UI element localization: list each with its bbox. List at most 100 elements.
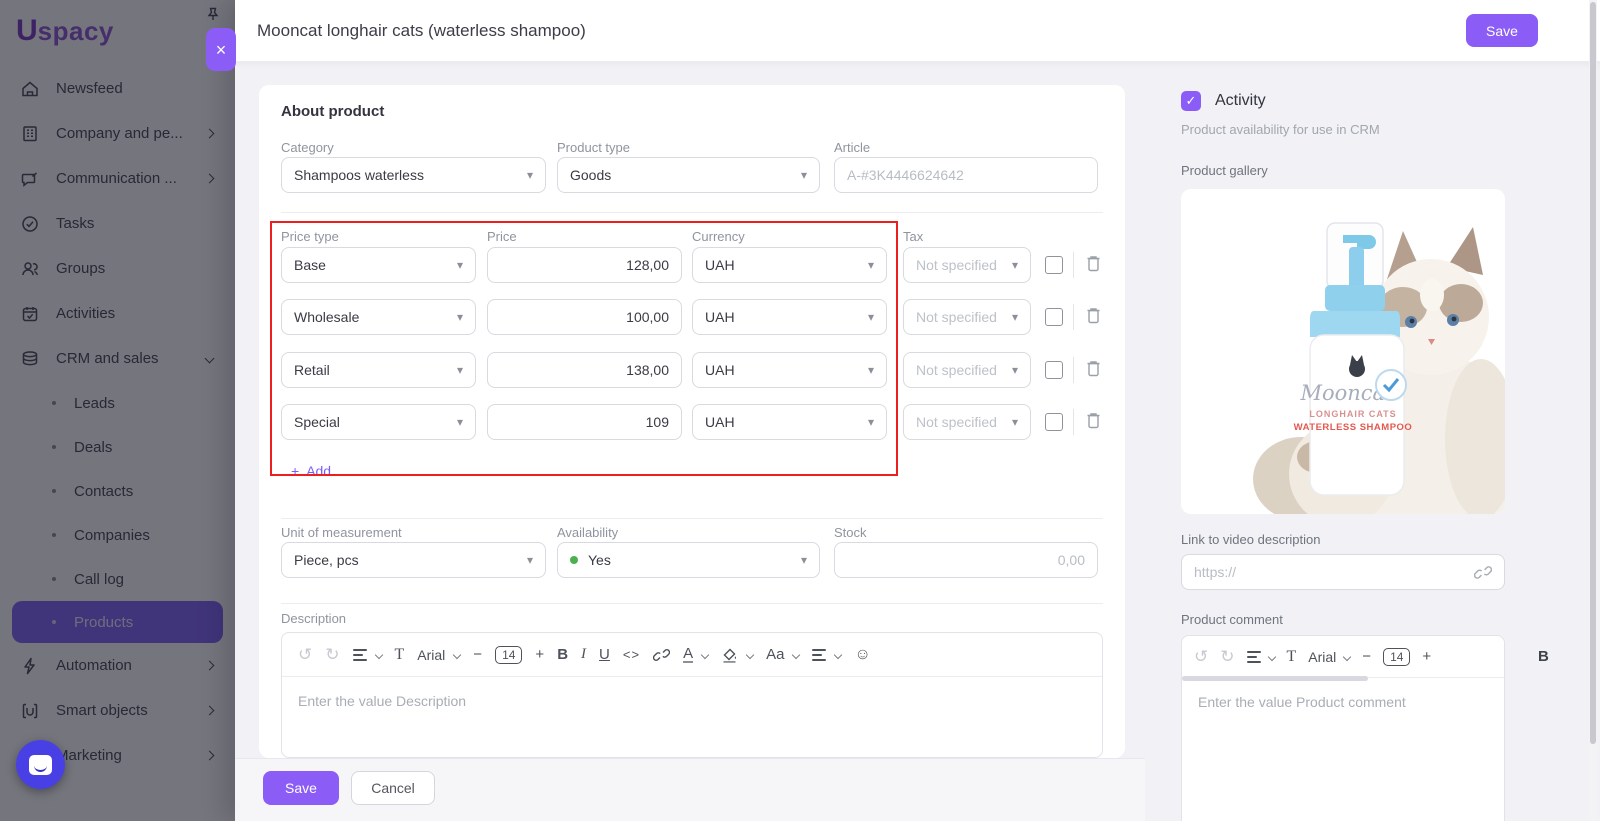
comment-input[interactable]: Enter the value Product comment (1182, 678, 1504, 726)
plus-icon: + (291, 463, 299, 479)
page-title: Mooncat longhair cats (waterless shampoo… (257, 21, 586, 41)
unit-select[interactable]: Piece, pcs▾ (281, 542, 546, 578)
trash-icon[interactable] (1085, 306, 1102, 325)
divider (1073, 304, 1074, 330)
gallery-label: Product gallery (1181, 163, 1268, 178)
product-type-select[interactable]: Goods▾ (557, 157, 820, 193)
text-style-icon[interactable]: T (395, 646, 405, 664)
article-input[interactable] (847, 167, 1085, 183)
video-link-field[interactable] (1181, 554, 1505, 590)
price-field[interactable] (487, 299, 682, 335)
close-button[interactable]: × (206, 28, 236, 71)
align-icon[interactable] (812, 649, 826, 661)
text-color-button[interactable]: A (683, 647, 693, 663)
text-style-icon[interactable]: T (1287, 648, 1297, 666)
divider (281, 518, 1103, 519)
tax-select[interactable]: Not specified▾ (903, 404, 1031, 440)
product-gallery-image[interactable]: Mooncat LONGHAIR CATS WATERLESS SHAMPOO (1181, 189, 1505, 514)
dropdown-arrow-icon: ▾ (868, 363, 874, 377)
currency-select[interactable]: UAH▾ (692, 299, 887, 335)
link-icon (1474, 565, 1492, 580)
align-icon[interactable] (1247, 651, 1261, 663)
price-type-select[interactable]: Retail▾ (281, 352, 476, 388)
price-type-select[interactable]: Special▾ (281, 404, 476, 440)
font-select[interactable]: Arial (417, 647, 445, 663)
caret-down-icon (792, 650, 800, 658)
emoji-icon[interactable]: ☺ (854, 646, 870, 664)
video-link-input[interactable] (1194, 564, 1474, 580)
dropdown-arrow-icon: ▾ (457, 363, 463, 377)
price-input[interactable] (500, 362, 669, 378)
bold-button[interactable]: B (557, 646, 568, 663)
stock-field[interactable] (834, 542, 1098, 578)
price-input[interactable] (500, 257, 669, 273)
font-smaller-button[interactable]: − (473, 646, 482, 663)
scrollbar-thumb[interactable] (1590, 2, 1596, 744)
align-icon[interactable] (353, 649, 367, 661)
stock-input[interactable] (847, 552, 1085, 568)
row-checkbox[interactable] (1045, 256, 1063, 274)
tax-select[interactable]: Not specified▾ (903, 247, 1031, 283)
add-price-link[interactable]: + Add (291, 463, 331, 479)
font-select[interactable]: Arial (1308, 649, 1336, 665)
save-button[interactable]: Save (263, 771, 339, 805)
undo-icon[interactable]: ↺ (1194, 647, 1208, 667)
price-input[interactable] (500, 309, 669, 325)
caret-down-icon (746, 650, 754, 658)
currency-select[interactable]: UAH▾ (692, 352, 887, 388)
font-bigger-button[interactable]: + (1422, 648, 1431, 665)
cancel-button[interactable]: Cancel (351, 771, 435, 805)
toolbar-scrollbar[interactable] (1182, 676, 1368, 681)
activity-row: ✓ Activity (1181, 91, 1266, 111)
vertical-scrollbar[interactable] (1589, 0, 1597, 821)
font-size-value[interactable]: 14 (495, 646, 522, 664)
trash-icon[interactable] (1085, 254, 1102, 273)
editor-toolbar: ↺ ↻ T Arial − 14 + B I U <> A Aa (282, 633, 1102, 677)
redo-icon[interactable]: ↻ (325, 645, 339, 665)
trash-icon[interactable] (1085, 411, 1102, 430)
row-checkbox[interactable] (1045, 308, 1063, 326)
currency-header: Currency (692, 229, 745, 244)
trash-icon[interactable] (1085, 359, 1102, 378)
case-button[interactable]: Aa (766, 646, 784, 663)
chat-launcher-button[interactable] (16, 740, 65, 789)
italic-button[interactable]: I (581, 646, 586, 663)
font-size-value[interactable]: 14 (1383, 648, 1410, 666)
currency-select[interactable]: UAH▾ (692, 404, 887, 440)
tax-select[interactable]: Not specified▾ (903, 299, 1031, 335)
font-smaller-button[interactable]: − (1362, 648, 1371, 665)
comment-editor: ↺ ↻ T Arial − 14 + B Enter the value Pro… (1181, 635, 1505, 821)
dropdown-arrow-icon: ▾ (457, 258, 463, 272)
underline-button[interactable]: U (599, 646, 610, 663)
modal-backdrop[interactable] (0, 0, 235, 821)
product-type-label: Product type (557, 140, 630, 155)
category-select[interactable]: Shampoos waterless▾ (281, 157, 546, 193)
bold-button[interactable]: B (1538, 648, 1549, 665)
undo-icon[interactable]: ↺ (298, 645, 312, 665)
price-type-select[interactable]: Wholesale▾ (281, 299, 476, 335)
modal-content: About product Category Product type Arti… (235, 62, 1600, 821)
description-input[interactable]: Enter the value Description (282, 677, 1102, 725)
font-bigger-button[interactable]: + (535, 646, 544, 663)
save-button-top[interactable]: Save (1466, 14, 1538, 47)
row-checkbox[interactable] (1045, 413, 1063, 431)
editor-toolbar: ↺ ↻ T Arial − 14 + (1182, 636, 1504, 678)
article-field[interactable] (834, 157, 1098, 193)
fill-color-icon[interactable] (721, 646, 738, 663)
row-checkbox[interactable] (1045, 361, 1063, 379)
availability-select[interactable]: Yes▾ (557, 542, 820, 578)
redo-icon[interactable]: ↻ (1220, 647, 1234, 667)
price-input[interactable] (500, 414, 669, 430)
price-type-select[interactable]: Base▾ (281, 247, 476, 283)
code-button[interactable]: <> (623, 647, 640, 662)
caret-down-icon (834, 650, 842, 658)
tax-select[interactable]: Not specified▾ (903, 352, 1031, 388)
price-field[interactable] (487, 404, 682, 440)
dropdown-arrow-icon: ▾ (868, 258, 874, 272)
currency-select[interactable]: UAH▾ (692, 247, 887, 283)
description-label: Description (281, 611, 346, 626)
price-field[interactable] (487, 352, 682, 388)
activity-checkbox[interactable]: ✓ (1181, 91, 1201, 111)
link-icon[interactable] (653, 648, 670, 662)
price-field[interactable] (487, 247, 682, 283)
